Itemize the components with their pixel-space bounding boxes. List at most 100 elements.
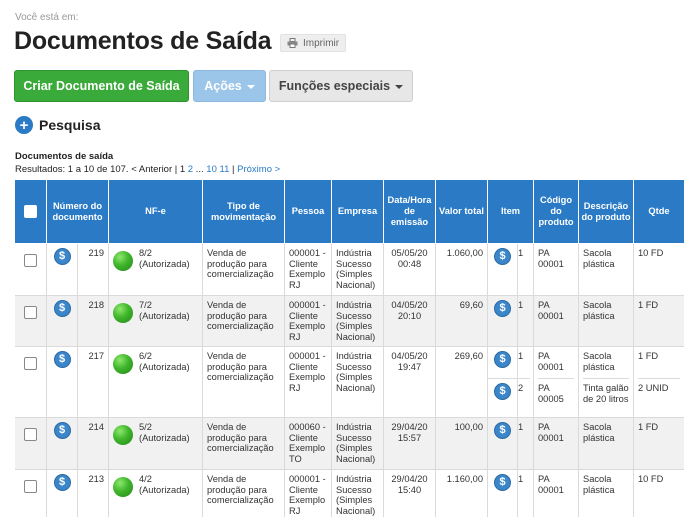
table-row[interactable]: $213 4/2 (Autorizada) Venda de produção pa… [14, 469, 684, 517]
col-header-qtde[interactable]: Qtde [633, 179, 684, 244]
select-all-checkbox[interactable] [24, 205, 37, 218]
dollar-icon[interactable]: $ [494, 474, 511, 491]
company: Indústria Sucesso (Simples Nacional) [331, 469, 384, 517]
row-checkbox[interactable] [23, 306, 37, 319]
next-page-link[interactable]: Próximo > [237, 164, 280, 175]
person: 000001 - Cliente Exemplo RJ [284, 469, 332, 517]
documents-table: Número do documento NF-e Tipo de movimen… [14, 179, 684, 517]
document-number[interactable]: 217 [77, 346, 109, 418]
pagination-separator: | [232, 164, 235, 175]
row-select-cell [14, 295, 47, 347]
dollar-icon[interactable]: $ [53, 248, 71, 265]
quantity-cell: 1 FD [633, 295, 684, 347]
total-value: 1.160,00 [435, 469, 488, 517]
quantity-cell: 1 FD [633, 417, 684, 470]
status-authorized-icon [113, 354, 133, 374]
col-header-codigo[interactable]: Código do produto [533, 179, 579, 244]
col-header-nfe[interactable]: NF-e [108, 179, 203, 244]
issue-date: 29/04/20 15:40 [383, 469, 436, 517]
page-link-11[interactable]: 11 [220, 164, 230, 175]
col-header-valor[interactable]: Valor total [435, 179, 488, 244]
financial-cell: $ [46, 469, 78, 517]
product-code-cell: PA 00001 PA 00005 [533, 346, 579, 418]
item-number: 1 [518, 422, 524, 432]
dollar-icon[interactable]: $ [494, 351, 511, 368]
search-toggle[interactable]: + Pesquisa [15, 116, 100, 134]
product-code-cell: PA 00001 [533, 295, 579, 347]
dollar-icon[interactable]: $ [53, 300, 71, 317]
quantity: 10 FD [638, 248, 664, 258]
table-row[interactable]: $214 5/2 (Autorizada) Venda de produção pa… [14, 417, 684, 470]
item-number-cell: 12 [517, 346, 534, 418]
document-number[interactable]: 214 [77, 417, 109, 470]
row-checkbox[interactable] [23, 428, 37, 441]
product-description: Sacola plástica [583, 300, 615, 321]
product-description-cell: Sacola plástica [578, 417, 634, 470]
person: 000001 - Cliente Exemplo RJ [284, 346, 332, 418]
product-description-cell: Sacola plástica [578, 295, 634, 347]
table-row[interactable]: $218 7/2 (Autorizada) Venda de produção pa… [14, 295, 684, 347]
actions-dropdown-button[interactable]: Ações [193, 70, 266, 102]
dollar-icon[interactable]: $ [53, 351, 71, 368]
table-row[interactable]: $217 6/2 (Autorizada) Venda de produção pa… [14, 346, 684, 418]
company: Indústria Sucesso (Simples Nacional) [331, 346, 384, 418]
dollar-icon[interactable]: $ [494, 300, 511, 317]
col-header-numero[interactable]: Número do documento [46, 179, 109, 244]
search-label: Pesquisa [39, 117, 101, 133]
row-select-cell [14, 243, 47, 296]
row-checkbox[interactable] [23, 357, 37, 370]
page-title: Documentos de Saída [14, 27, 272, 55]
col-header-descricao[interactable]: Descrição do produto [578, 179, 634, 244]
dollar-icon[interactable]: $ [494, 248, 511, 265]
company: Indústria Sucesso (Simples Nacional) [331, 295, 384, 347]
product-code: PA 00005 [538, 383, 564, 404]
document-number[interactable]: 213 [77, 469, 109, 517]
movement-type: Venda de produção para comercialização [202, 295, 285, 347]
document-number[interactable]: 219 [77, 243, 109, 296]
row-select-cell [14, 469, 47, 517]
quantity-cell: 1 FD 2 UNID [633, 346, 684, 418]
row-checkbox[interactable] [23, 480, 37, 493]
dollar-icon[interactable]: $ [494, 383, 511, 400]
create-document-label: Criar Documento de Saída [23, 79, 180, 93]
financial-cell: $ [46, 346, 78, 418]
product-description-cell: Sacola plástica [578, 469, 634, 517]
product-code-cell: PA 00001 [533, 243, 579, 296]
quantity: 2 UNID [638, 383, 669, 393]
issue-date: 04/05/20 20:10 [383, 295, 436, 347]
col-header-data[interactable]: Data/Hora de emissão [383, 179, 436, 244]
item-number: 1 [518, 351, 524, 361]
dollar-icon[interactable]: $ [53, 474, 71, 491]
quantity: 10 FD [638, 474, 664, 484]
nfe-status: 4/2 (Autorizada) [139, 474, 190, 495]
dollar-icon[interactable]: $ [494, 422, 511, 439]
table-row[interactable]: $219 8/2 (Autorizada) Venda de produção pa… [14, 243, 684, 296]
issue-date: 05/05/20 00:48 [383, 243, 436, 296]
document-number[interactable]: 218 [77, 295, 109, 347]
item-number: 2 [518, 383, 524, 393]
item-icon-cell: $ $ [487, 346, 518, 418]
item-number-cell: 1 [517, 243, 534, 296]
print-button[interactable]: Imprimir [280, 34, 347, 52]
col-header-item[interactable]: Item [487, 179, 534, 244]
col-header-tipo[interactable]: Tipo de movimentação [202, 179, 285, 244]
product-description: Sacola plástica [583, 422, 615, 443]
quantity-cell: 10 FD [633, 243, 684, 296]
item-number: 1 [518, 474, 524, 484]
row-checkbox[interactable] [23, 254, 37, 267]
item-icon-cell: $ [487, 417, 518, 470]
dollar-icon[interactable]: $ [53, 422, 71, 439]
col-header-pessoa[interactable]: Pessoa [284, 179, 332, 244]
item-number: 1 [518, 248, 524, 258]
create-document-button[interactable]: Criar Documento de Saída [14, 70, 189, 102]
page-link-10[interactable]: 10 [206, 164, 217, 175]
item-icon-cell: $ [487, 243, 518, 296]
col-header-empresa[interactable]: Empresa [331, 179, 384, 244]
special-functions-dropdown-button[interactable]: Funções especiais [269, 70, 413, 102]
nfe-cell: 5/2 (Autorizada) [108, 417, 203, 470]
financial-cell: $ [46, 243, 78, 296]
page-link-2[interactable]: 2 [188, 164, 193, 175]
product-code: PA 00001 [538, 422, 564, 443]
item-number-cell: 1 [517, 469, 534, 517]
caret-down-icon [246, 85, 255, 89]
